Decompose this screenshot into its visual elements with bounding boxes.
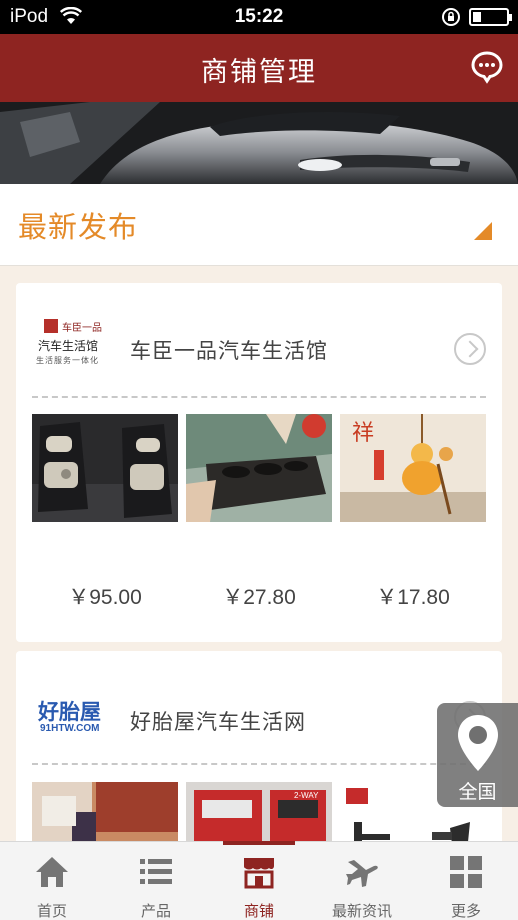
store-logo-brand: 好胎屋 <box>38 700 101 724</box>
map-pin-icon <box>455 713 501 777</box>
page-title: 商铺管理 <box>201 57 317 88</box>
grid-icon <box>448 854 484 890</box>
product-badge-text: 祥 <box>352 421 374 446</box>
product-image-seat-cushions[interactable] <box>32 414 178 522</box>
store-logo-brand: 车臣一品 <box>62 323 102 334</box>
product-image-gourd-pendant[interactable]: 祥 <box>340 414 486 522</box>
car-banner-image[interactable] <box>0 102 518 184</box>
tab-label: 商铺 <box>243 902 274 920</box>
store-name: 好胎屋汽车生活网 <box>130 710 306 734</box>
store-logo-domain: 91HTW.COM <box>40 723 100 734</box>
latest-releases-header[interactable]: 最新发布 <box>0 184 518 266</box>
tab-label: 产品 <box>140 902 171 920</box>
rotation-lock-icon <box>441 7 461 32</box>
store-header-row[interactable]: 车臣一品 汽车生活馆 生活服务一体化 车臣一品汽车生活馆 <box>16 283 502 393</box>
location-filter-button[interactable]: 全国 <box>437 703 518 807</box>
news-plane-icon <box>344 854 380 890</box>
status-bar: iPod 15:22 <box>0 0 518 34</box>
section-title: 最新发布 <box>18 210 139 244</box>
chat-bubble-icon[interactable] <box>470 50 504 88</box>
tab-products[interactable]: 产品 <box>104 842 208 920</box>
tab-home[interactable]: 首页 <box>0 842 104 920</box>
store-card[interactable]: 车臣一品 汽车生活馆 生活服务一体化 车臣一品汽车生活馆 祥 ￥95.00 ￥2… <box>16 283 502 642</box>
store-icon <box>241 854 277 890</box>
home-icon <box>34 854 70 890</box>
product-image-cup-holder[interactable] <box>186 414 332 522</box>
product-price: ￥27.80 <box>222 586 296 609</box>
product-price: ￥17.80 <box>376 586 450 609</box>
store-logo: 好胎屋 91HTW.COM <box>32 696 114 748</box>
tab-label: 最新资讯 <box>331 902 392 920</box>
product-price: ￥95.00 <box>68 586 142 609</box>
tab-more[interactable]: 更多 <box>414 842 518 920</box>
store-name: 车臣一品汽车生活馆 <box>130 339 328 363</box>
dashed-divider <box>32 763 486 765</box>
store-card[interactable]: 好胎屋 91HTW.COM 好胎屋汽车生活网 2-WAY <box>16 651 502 851</box>
corner-triangle-icon <box>474 222 492 244</box>
bottom-tab-bar: 首页 产品 商铺 最新资讯 更多 <box>0 841 518 920</box>
store-logo-title: 汽车生活馆 <box>38 339 99 353</box>
tab-news[interactable]: 最新资讯 <box>310 842 414 920</box>
location-label: 全国 <box>458 781 497 803</box>
store-logo-tagline: 生活服务一体化 <box>36 356 99 365</box>
tab-label: 首页 <box>36 902 67 920</box>
list-icon <box>138 854 174 890</box>
tab-label: 更多 <box>450 902 481 920</box>
store-logo-seal <box>44 319 58 333</box>
store-header-row[interactable]: 好胎屋 91HTW.COM 好胎屋汽车生活网 <box>16 651 502 761</box>
battery-icon <box>469 8 512 26</box>
tab-stores[interactable]: 商铺 <box>207 841 311 920</box>
chevron-right-icon[interactable] <box>454 333 486 365</box>
app-header: 商铺管理 <box>0 34 518 102</box>
dashed-divider <box>32 396 486 398</box>
store-logo: 车臣一品 汽车生活馆 生活服务一体化 <box>32 319 114 371</box>
product-badge-text: 2-WAY <box>294 791 319 800</box>
